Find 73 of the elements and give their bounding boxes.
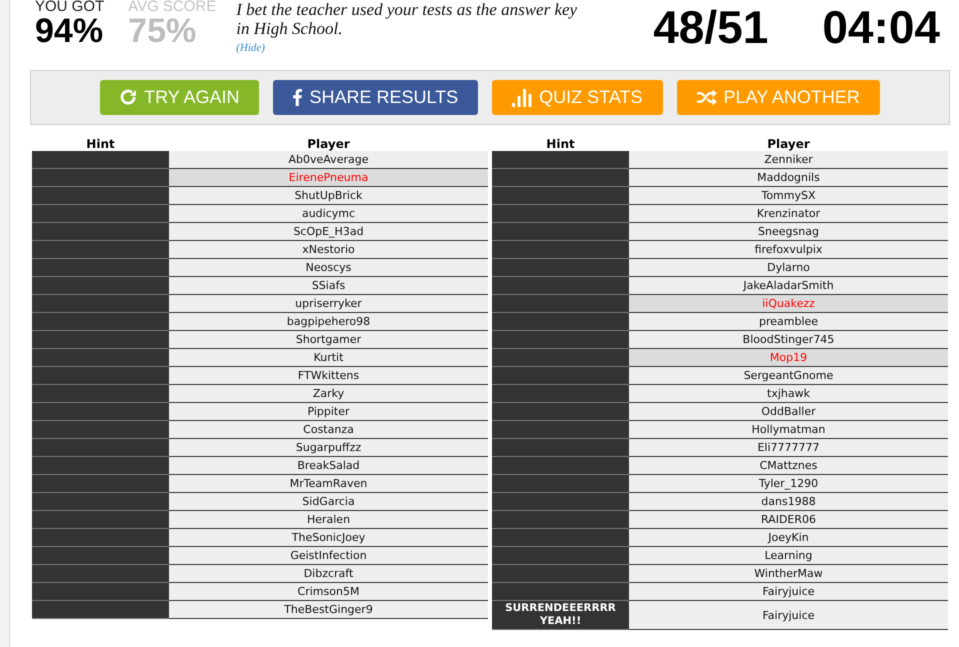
player-cell: audicymc xyxy=(169,205,488,223)
player-cell: RAIDER06 xyxy=(629,511,948,529)
circular-arrow-icon xyxy=(120,89,138,106)
player-cell: Sneegsnag xyxy=(629,223,948,241)
player-cell: Maddognils xyxy=(629,169,948,187)
player-cell: Tyler_1290 xyxy=(629,475,948,493)
player-cell: ShutUpBrick xyxy=(169,187,488,205)
answer-count: 48/51 xyxy=(653,4,768,50)
player-cell: OddBaller xyxy=(629,403,948,421)
player-cell: Heralen xyxy=(169,511,488,529)
player-cell: Costanza xyxy=(169,421,488,439)
player-cell: preamblee xyxy=(629,313,948,331)
player-cell: Fairyjuice xyxy=(629,601,948,630)
player-cell: Sugarpuffzz xyxy=(169,439,488,457)
player-cell: Shortgamer xyxy=(169,331,488,349)
player-cell: SidGarcia xyxy=(169,493,488,511)
shuffle-icon xyxy=(696,89,717,106)
column-header: Hint xyxy=(545,137,576,151)
player-cell: TommySX xyxy=(629,187,948,205)
player-cell: Hollymatman xyxy=(629,421,948,439)
player-cell: ScOpE_H3ad xyxy=(169,223,488,241)
player-cell: Learning xyxy=(629,547,948,565)
player-cell: Mop19 xyxy=(629,349,948,367)
player-cell: Pippiter xyxy=(169,403,488,421)
player-cell: TheSonicJoey xyxy=(169,529,488,547)
try-again-button[interactable]: TRY AGAIN xyxy=(100,80,260,115)
play-another-button[interactable]: PLAY ANOTHER xyxy=(676,80,880,115)
player-cell: Crimson5M xyxy=(169,583,488,601)
player-cell: upriserryker xyxy=(169,295,488,313)
quiz-stats-button[interactable]: QUIZ STATS xyxy=(492,80,663,115)
player-cell: EirenePneuma xyxy=(169,169,488,187)
player-cell: Eli7777777 xyxy=(629,439,948,457)
player-cell: SergeantGnome xyxy=(629,367,948,385)
player-cell: bagpipehero98 xyxy=(169,313,488,331)
timer: 04:04 xyxy=(822,4,940,50)
player-cell: FTWkittens xyxy=(169,367,488,385)
player-cell: BreakSalad xyxy=(169,457,488,475)
player-cell: WintherMaw xyxy=(629,565,948,583)
player-cell: firefoxvulpix xyxy=(629,241,948,259)
player-cell: Zenniker xyxy=(629,151,948,169)
player-cell: iiQuakezz xyxy=(629,295,948,313)
player-cell: TheBestGinger9 xyxy=(169,601,488,619)
player-cell: Neoscys xyxy=(169,259,488,277)
player-cell: GeistInfection xyxy=(169,547,488,565)
column-header: Hint xyxy=(85,137,116,151)
player-cell: MrTeamRaven xyxy=(169,475,488,493)
player-cell: Dylarno xyxy=(629,259,948,277)
score-label: YOU GOT xyxy=(35,0,104,14)
score-value: 94% xyxy=(35,14,104,48)
hint-cell: SURRENDEEERRRR YEAH!! xyxy=(492,601,629,630)
f-logo-icon xyxy=(293,89,302,106)
player-cell: Kurtit xyxy=(169,349,488,367)
player-cell: Dibzcraft xyxy=(169,565,488,583)
player-cell: Krenzinator xyxy=(629,205,948,223)
player-cell: xNestorio xyxy=(169,241,488,259)
hide-link[interactable]: (Hide) xyxy=(236,42,265,54)
player-cell: JakeAladarSmith xyxy=(629,277,948,295)
average-score-value: 75% xyxy=(128,14,198,48)
share-results-button[interactable]: SHARE RESULTS xyxy=(273,80,478,115)
bar-chart-icon xyxy=(512,88,532,106)
player-cell: CMattznes xyxy=(629,457,948,475)
player-cell: BloodStinger745 xyxy=(629,331,948,349)
player-cell: Ab0veAverage xyxy=(169,151,488,169)
player-cell: JoeyKin xyxy=(629,529,948,547)
average-score-label: AVG SCORE xyxy=(128,0,216,14)
player-cell: dans1988 xyxy=(629,493,948,511)
player-cell: Fairyjuice xyxy=(629,583,948,601)
player-cell: Zarky xyxy=(169,385,488,403)
result-message: I bet the teacher used your tests as the answer key in High School. xyxy=(236,0,578,38)
player-cell: SSiafs xyxy=(169,277,488,295)
player-cell: txjhawk xyxy=(629,385,948,403)
column-header: Player xyxy=(306,137,351,151)
column-header: Player xyxy=(766,137,811,151)
